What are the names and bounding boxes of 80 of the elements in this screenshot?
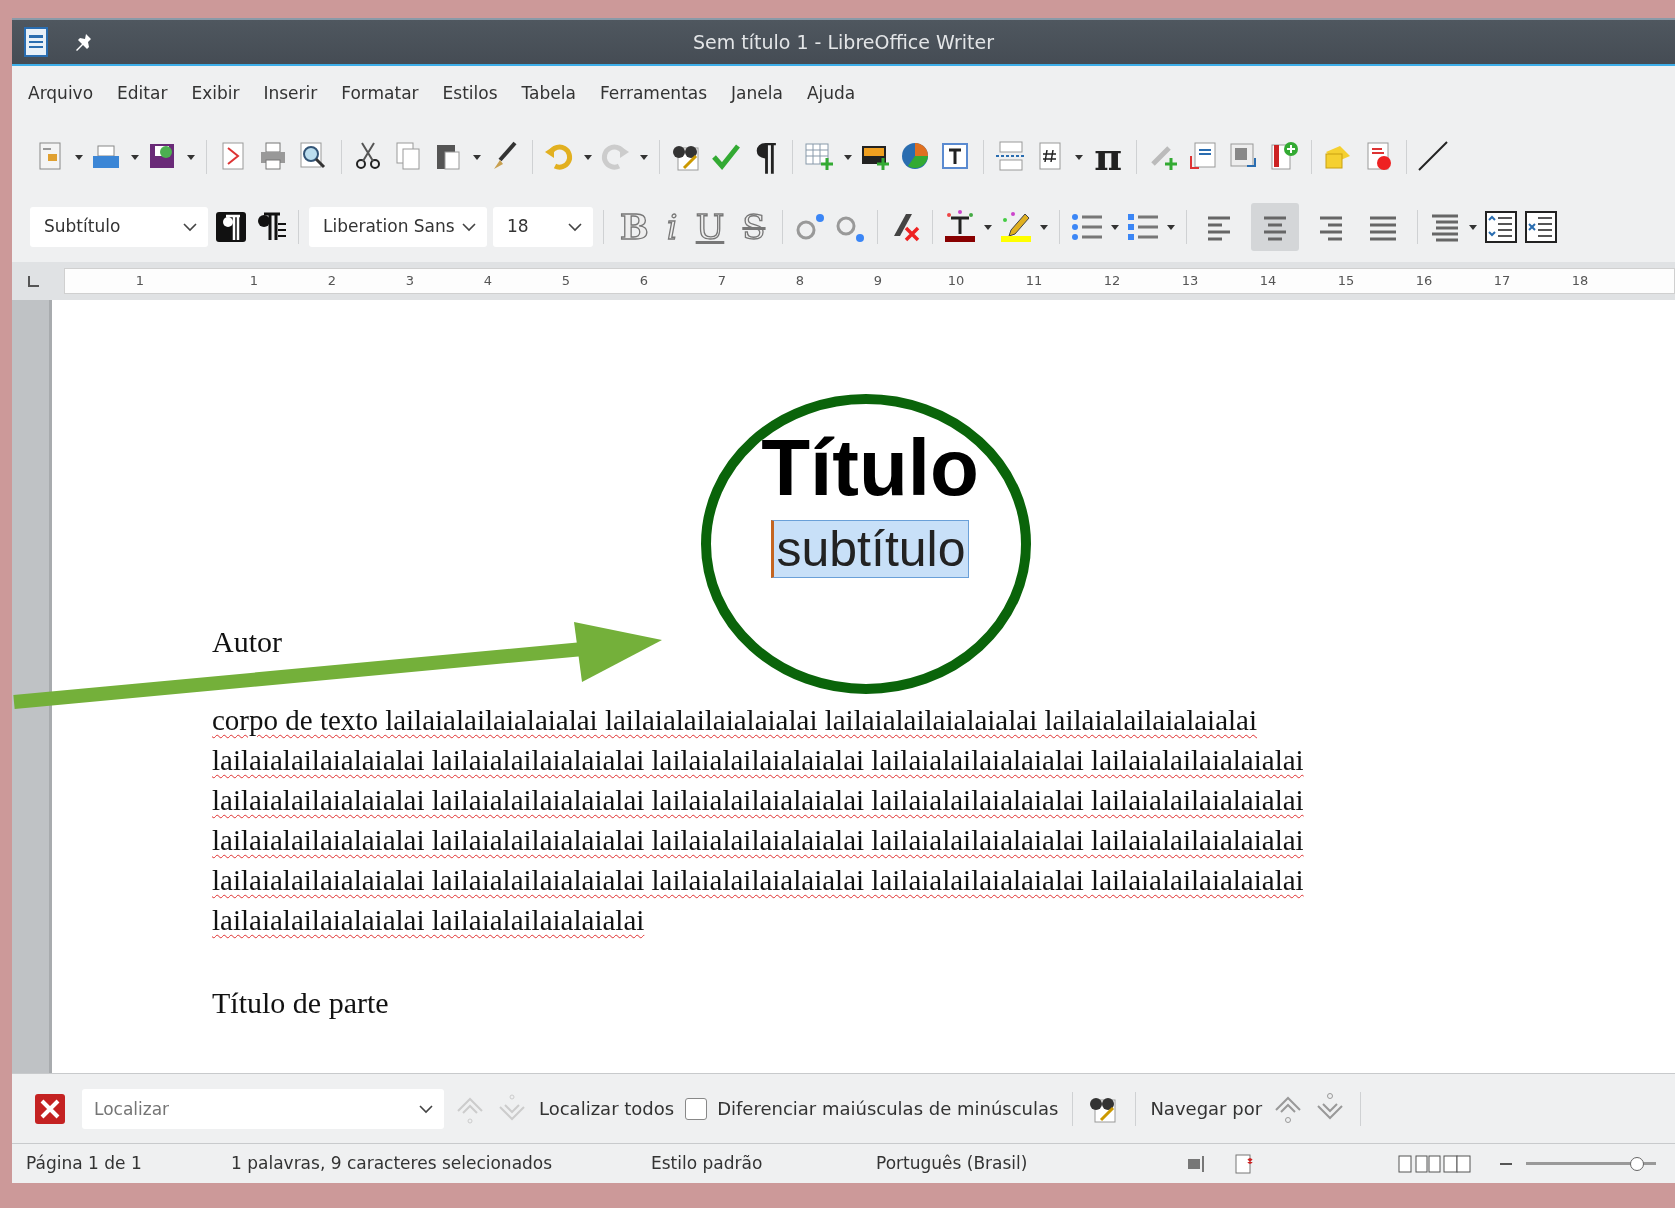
chevron-down-icon[interactable] — [461, 220, 477, 234]
navigate-label: Navegar por — [1150, 1097, 1263, 1121]
increase-spacing-icon[interactable] — [1523, 210, 1558, 244]
strikethrough-button[interactable]: S — [736, 210, 772, 244]
ruler-number: 10 — [946, 272, 966, 291]
caret-icon[interactable] — [639, 152, 649, 162]
decrease-spacing-icon[interactable] — [1483, 210, 1518, 244]
book-view-icon[interactable] — [1442, 1153, 1472, 1174]
caret-icon[interactable] — [1038, 222, 1049, 232]
caret-icon[interactable] — [186, 152, 196, 162]
ruler-number: 1 — [134, 272, 146, 291]
ruler-number: 12 — [1102, 272, 1122, 291]
section-heading: Título de parte — [212, 985, 390, 1021]
window-title: Sem título 1 - LibreOffice Writer — [693, 29, 994, 55]
selected-subtitle: subtítulo — [771, 520, 969, 578]
ruler-number: 11 — [1024, 272, 1044, 291]
ruler-number: 15 — [1336, 272, 1356, 291]
caret-icon[interactable] — [1109, 222, 1120, 232]
document-title: Título — [760, 428, 980, 508]
caret-icon[interactable] — [982, 222, 993, 232]
find-all-button[interactable]: Localizar todos — [538, 1094, 676, 1123]
menu-item[interactable]: Exibir — [183, 81, 248, 107]
menu-item[interactable]: Editar — [109, 81, 176, 107]
pi-button[interactable]: π — [1090, 138, 1126, 176]
menu-item[interactable]: Estilos — [434, 81, 506, 107]
menu-item[interactable]: Ajuda — [798, 81, 864, 107]
page-count: Página 1 de 1 — [26, 1151, 143, 1175]
match-case-label[interactable]: Diferenciar maiúsculas de minúsculas — [717, 1095, 1059, 1122]
highlighter-icon[interactable] — [998, 210, 1033, 244]
caret-icon[interactable] — [74, 152, 84, 162]
menu-item[interactable]: Ferramentas — [591, 81, 716, 107]
menu-item[interactable]: Inserir — [255, 81, 326, 107]
underline-button[interactable]: U — [689, 210, 731, 244]
menu-item[interactable]: Formatar — [333, 81, 427, 107]
match-case-checkbox[interactable] — [685, 1097, 708, 1120]
ruler-number: 13 — [1180, 272, 1200, 291]
font-name-dropdown[interactable]: Liberation Sans — [309, 207, 487, 247]
ruler-number: 9 — [872, 272, 884, 291]
ruler-number: 14 — [1258, 272, 1278, 291]
ruler-number: 18 — [1570, 272, 1590, 291]
ruler-number: 16 — [1414, 272, 1434, 291]
ruler-number: 1 — [248, 272, 260, 291]
close-icon[interactable] — [34, 1092, 66, 1125]
bold-button[interactable]: B — [614, 210, 655, 244]
caret-icon[interactable] — [1165, 222, 1176, 232]
chevron-down-icon[interactable] — [182, 220, 198, 234]
page-style[interactable]: Estilo padrão — [651, 1150, 876, 1177]
single-page-view-icon[interactable] — [1396, 1153, 1414, 1174]
multi-page-view-icon[interactable] — [1414, 1153, 1442, 1174]
language[interactable]: Português (Brasil) — [876, 1150, 1186, 1177]
italic-button[interactable]: i — [660, 210, 684, 244]
ruler-number: 17 — [1492, 272, 1512, 291]
font-color-icon[interactable] — [942, 210, 977, 244]
ruler-number: 7 — [716, 272, 728, 291]
caret-icon[interactable] — [1074, 152, 1085, 162]
formatting-marks-button[interactable]: ¶ — [750, 138, 783, 176]
body-paragraph: corpo de texto lailaialailaialaialai lailaialailaialaialai lailaialailaialaialai lailaialailaialaialai lailaialailaialaialai lailaialailaialaialai lailaialailaialaialai lailaialailaialaialai lailaialailaialaialai lailaialailaialaialai lailaialailaialaialai lailaialailaialaialai lailaialailaialaialai lailaialailaialaialai lailaialailaialaialai lailaialailaialaialai lailaialailaialaialai lailaialailaialaialai lailaialailaialaialai lailaialailaialaialai lailaialailaialaialai lailaialailaialaialai lailaialailaialaialai lailaialailaialaialai lailaialailaialaialai lailaialailaialaialai — [212, 703, 1305, 938]
menu-item[interactable]: Janela — [723, 81, 791, 107]
find-field[interactable]: Localizar — [82, 1088, 444, 1129]
menu-item[interactable]: Arquivo — [20, 81, 102, 107]
paragraph-style-icon[interactable] — [214, 210, 248, 244]
caret-icon[interactable] — [583, 152, 593, 162]
ruler-number: 8 — [794, 272, 806, 291]
ruler-number: 6 — [638, 272, 650, 291]
selection-count: 1 palavras, 9 caracteres selecionados — [231, 1151, 554, 1175]
ruler-number: 5 — [560, 272, 572, 291]
ruler-number: 4 — [482, 272, 494, 291]
font-size-dropdown[interactable]: 18 — [493, 207, 593, 247]
caret-icon[interactable] — [472, 152, 482, 162]
chevron-down-icon[interactable] — [567, 220, 583, 234]
menu-item[interactable]: Tabela — [513, 81, 584, 107]
caret-icon[interactable] — [130, 152, 140, 162]
align-center-button[interactable] — [1250, 203, 1299, 251]
author-text: Autor — [212, 624, 283, 660]
ruler-number: 3 — [404, 272, 416, 291]
paragraph-style-dropdown[interactable]: Subtítulo — [30, 207, 208, 247]
ruler-number: 2 — [326, 272, 338, 291]
document-modified-icon[interactable] — [1234, 1152, 1256, 1175]
caret-icon[interactable] — [1467, 222, 1478, 232]
caret-icon[interactable] — [843, 152, 854, 162]
